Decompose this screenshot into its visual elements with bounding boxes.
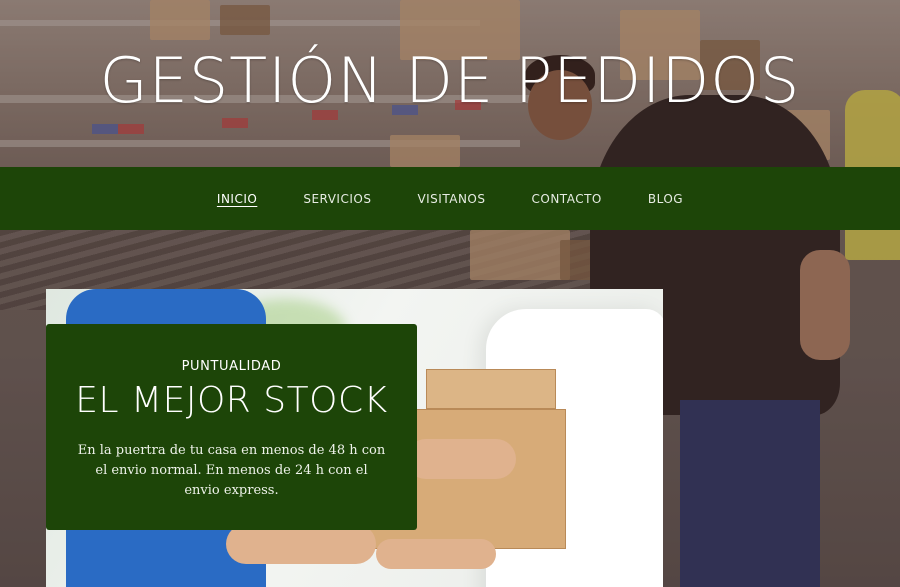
nav-item-contacto[interactable]: CONTACTO	[532, 192, 602, 206]
nav-item-blog[interactable]: BLOG	[648, 192, 683, 206]
feature-card: PUNTUALIDAD EL MEJOR STOCK En la puertra…	[46, 324, 417, 530]
feature-title: EL MEJOR STOCK	[75, 380, 388, 421]
site-title: GESTIÓN DE PEDIDOS	[99, 44, 801, 117]
nav-item-inicio[interactable]: INICIO	[217, 192, 257, 206]
main-navigation: INICIO SERVICIOS VISITANOS CONTACTO BLOG	[0, 167, 900, 230]
feature-eyebrow: PUNTUALIDAD	[181, 359, 282, 374]
nav-item-servicios[interactable]: SERVICIOS	[303, 192, 371, 206]
nav-item-visitanos[interactable]: VISITANOS	[417, 192, 485, 206]
feature-description: En la puertra de tu casa en menos de 48 …	[77, 443, 386, 498]
